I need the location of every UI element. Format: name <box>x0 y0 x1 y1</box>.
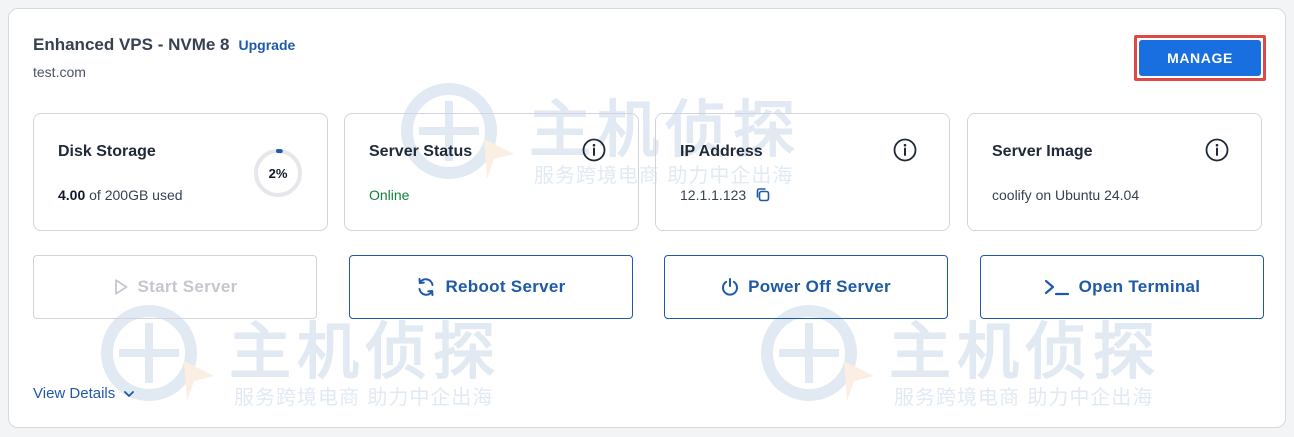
server-image-box: Server Image coolify on Ubuntu 24.04 <box>967 113 1262 231</box>
manage-button[interactable]: MANAGE <box>1139 40 1261 76</box>
start-server-button[interactable]: Start Server <box>33 255 317 319</box>
disk-storage-label: Disk Storage <box>58 143 156 160</box>
refresh-icon <box>418 278 434 296</box>
watermark-bottom-right: 主机侦探 服务跨境电商 助力中企出海 <box>749 301 1229 421</box>
start-server-label: Start Server <box>137 277 238 296</box>
disk-usage-percent: 2% <box>268 165 288 181</box>
ip-address-value-row: 12.1.1.123 <box>680 187 771 203</box>
disk-used: 4.00 <box>58 187 86 203</box>
ip-address-value: 12.1.1.123 <box>680 187 747 203</box>
reboot-server-label: Reboot Server <box>445 277 566 296</box>
disk-total: of 200GB used <box>89 187 183 203</box>
disk-storage-value: 4.00 of 200GB used <box>58 187 183 203</box>
view-details-toggle[interactable]: View Details <box>33 385 135 402</box>
power-off-server-button[interactable]: Power Off Server <box>664 255 948 319</box>
server-image-label: Server Image <box>992 143 1093 160</box>
watermark-subtitle: 服务跨境电商 助力中企出海 <box>234 385 494 409</box>
service-domain: test.com <box>33 64 86 80</box>
ip-address-label: IP Address <box>680 143 763 160</box>
info-icon[interactable] <box>893 138 917 162</box>
chevron-down-icon <box>124 390 135 397</box>
open-terminal-label: Open Terminal <box>1078 277 1201 296</box>
play-icon <box>114 279 127 295</box>
info-icon[interactable] <box>582 138 606 162</box>
power-icon <box>722 278 739 296</box>
server-status-value: Online <box>369 187 410 203</box>
server-status-box: Server Status Online <box>344 113 639 231</box>
service-header: Enhanced VPS - NVMe 8 Upgrade <box>33 35 295 55</box>
watermark-subtitle: 服务跨境电商 助力中企出海 <box>894 385 1154 409</box>
open-terminal-button[interactable]: Open Terminal <box>980 255 1264 319</box>
copy-icon[interactable] <box>755 187 771 203</box>
server-status-label: Server Status <box>369 143 473 160</box>
server-image-value: coolify on Ubuntu 24.04 <box>992 187 1140 203</box>
info-icon[interactable] <box>1205 138 1229 162</box>
plan-name: Enhanced VPS - NVMe 8 <box>33 35 230 54</box>
view-details-label: View Details <box>33 385 116 402</box>
reboot-server-button[interactable]: Reboot Server <box>349 255 633 319</box>
watermark-bottom-left: 主机侦探 服务跨境电商 助力中企出海 <box>89 301 569 421</box>
ip-address-box: IP Address 12.1.1.123 <box>655 113 950 231</box>
upgrade-link[interactable]: Upgrade <box>239 37 296 53</box>
terminal-icon <box>1044 279 1069 296</box>
manage-button-highlight: MANAGE <box>1134 35 1266 81</box>
power-off-server-label: Power Off Server <box>748 277 891 296</box>
vps-service-card: 主机侦探 服务跨境电商 助力中企出海 主机侦探 服务跨境电商 助力中企出海 主机… <box>8 8 1286 428</box>
disk-storage-box: Disk Storage 4.00 of 200GB used 2% <box>33 113 328 231</box>
